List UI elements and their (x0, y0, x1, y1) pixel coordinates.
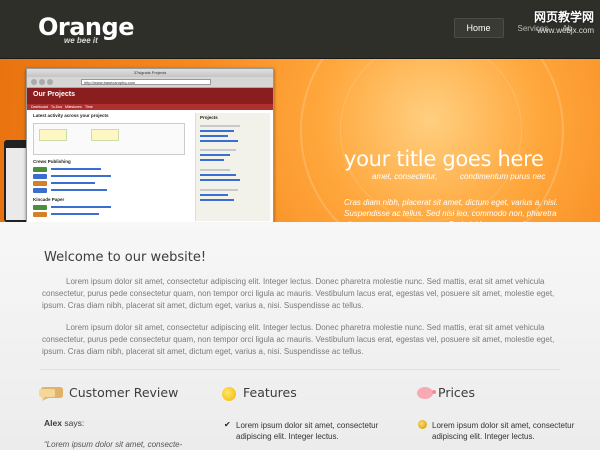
checkmark-icon: ✔ (224, 420, 231, 429)
mockup-sidebar-link (200, 154, 230, 156)
watermark: 网页教学网 (533, 10, 594, 24)
mockup-sidebar-link (200, 130, 234, 132)
customer-review-title: Customer Review (69, 385, 179, 400)
banner-text: Cras diam nibh, placerat sit amet, dictu… (344, 198, 558, 222)
mockup-tag (33, 181, 47, 186)
mockup-tag (33, 205, 47, 210)
features-item: Lorem ipsum dolor sit amet, consectetur … (236, 421, 379, 441)
speech-bubble-icon (39, 387, 63, 401)
mockup-sidebar-link (200, 179, 240, 181)
sun-icon (222, 387, 236, 401)
back-icon (31, 79, 37, 85)
mockup-link (51, 182, 95, 184)
mockup-link (51, 213, 99, 215)
mockup-window-title: 37signals Projects (133, 70, 167, 75)
mockup-note (91, 129, 119, 141)
watermark-url: www.webjx.com (537, 26, 594, 35)
prices-title: Prices (438, 385, 476, 400)
mockup-app-title: Our Projects (33, 91, 76, 98)
browser-mockup: 37signals Projects http://www.basecamphq… (26, 68, 274, 226)
intro-paragraph: Lorem ipsum dolor sit amet, consectetur … (42, 277, 555, 310)
mockup-sidebar-link (200, 174, 236, 176)
mockup-link (51, 206, 111, 208)
banner-subtitle-left: amet, consectetur, (372, 172, 438, 181)
piggy-bank-icon (417, 387, 436, 399)
mockup-sidebar-line (200, 189, 238, 191)
mockup-sidebar-line (200, 125, 240, 127)
mockup-url-bar: http://www.basecamphq.com (81, 79, 211, 85)
mockup-sidebar-link (200, 135, 228, 137)
mockup-titlebar: 37signals Projects (27, 69, 273, 77)
mockup-tab: Time (85, 105, 93, 109)
mockup-sidebar-line (200, 149, 236, 151)
mockup-tag (33, 212, 47, 217)
section-divider (40, 369, 560, 370)
mockup-group-title: Crews Publishing (33, 159, 71, 164)
mockup-sidebar-link (200, 194, 228, 196)
welcome-heading: Welcome to our website! (44, 250, 207, 265)
main-content: Welcome to our website! Lorem ipsum dolo… (0, 222, 600, 450)
reload-icon (47, 79, 53, 85)
coins-icon (418, 420, 427, 429)
intro-paragraph: Lorem ipsum dolor sit amet, consectetur … (42, 323, 555, 356)
mockup-sidebar-link (200, 159, 224, 161)
mockup-app-header: Our Projects (27, 88, 273, 104)
nav-home[interactable]: Home (453, 18, 504, 38)
banner-subtitle-right: condimentum purus nec (460, 172, 546, 181)
mockup-sidebar: Projects (195, 113, 270, 221)
mockup-toolbar: http://www.basecamphq.com (27, 77, 273, 88)
mockup-tag (33, 167, 47, 172)
mockup-sidebar-line (200, 169, 230, 171)
mockup-tabs: Dashboard To-Dos Milestones Time (27, 104, 273, 110)
mockup-link (51, 189, 107, 191)
prices-item: Lorem ipsum dolor sit amet, consectetur … (432, 421, 575, 441)
review-author: Alex (44, 418, 62, 428)
review-quote: “Lorem ipsum dolor sit amet, consecte- (44, 440, 183, 449)
mockup-link (51, 175, 111, 177)
mockup-tab: Milestones (65, 105, 82, 109)
mockup-tab: Dashboard (31, 105, 49, 109)
mockup-group-title: Kincade Paper (33, 197, 65, 202)
mockup-sidebar-title: Projects (200, 115, 218, 120)
mockup-tag (33, 174, 47, 179)
page: Orange we bee it Home Services Ab 网页教学网 … (0, 0, 600, 450)
phone-screen (6, 148, 28, 220)
mockup-link (51, 168, 101, 170)
banner-title: your title goes here (344, 147, 544, 171)
features-title: Features (243, 385, 297, 400)
mockup-tab: To-Dos (51, 105, 63, 109)
mockup-main: Latest activity across your projects Cre… (31, 113, 191, 221)
mockup-sidebar-link (200, 199, 234, 201)
mockup-sidebar-link (200, 140, 238, 142)
mockup-section-title: Latest activity across your projects (33, 113, 109, 118)
logo-tagline: we bee it (64, 36, 98, 45)
mockup-tag (33, 188, 47, 193)
review-says: says: (64, 418, 85, 428)
review-author-line: Alex says: (44, 418, 84, 428)
forward-icon (39, 79, 45, 85)
mockup-note (39, 129, 67, 141)
site-header: Orange we bee it Home Services Ab 网页教学网 … (0, 0, 600, 59)
